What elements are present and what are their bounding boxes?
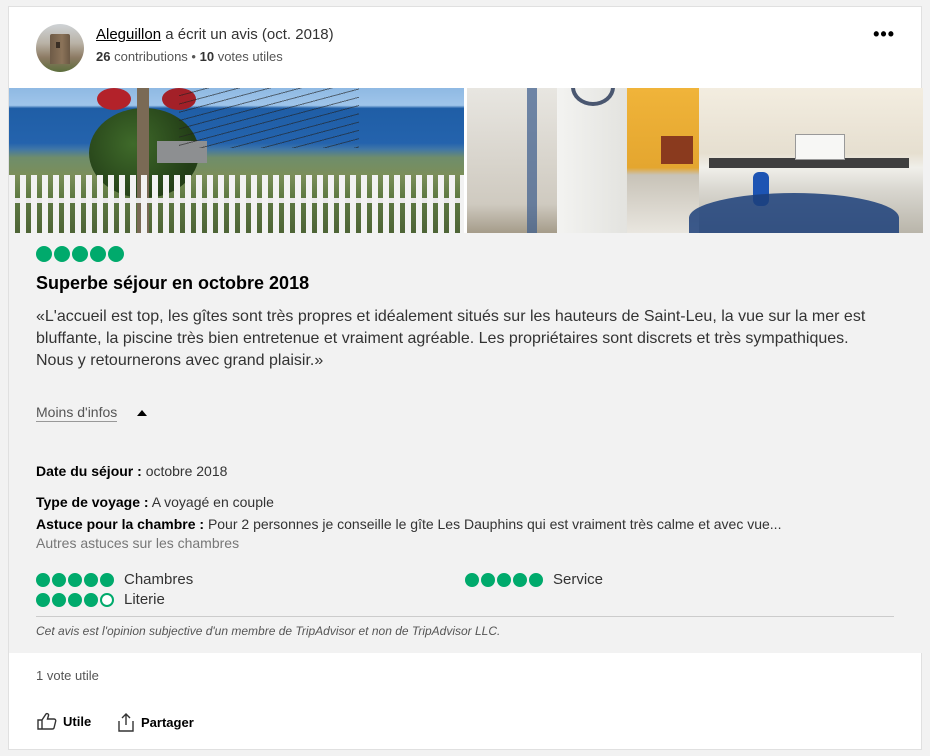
review-text-paragraph: «L'accueil est top, les gîtes sont très … (36, 308, 866, 347)
caret-up-icon[interactable] (137, 410, 147, 416)
divider (36, 616, 894, 617)
rating-bubble-icon (36, 573, 50, 587)
subrating-bedding: Literie (36, 591, 165, 608)
author-action-text: a écrit un avis (oct. 2018) (165, 26, 334, 43)
rating-bubble-icon (36, 593, 50, 607)
subrating-bubbles (36, 573, 114, 587)
rating-bubble-icon (84, 593, 98, 607)
rating-bubble-icon (84, 573, 98, 587)
helpful-votes-count: 1 vote utile (36, 668, 99, 683)
subrating-label: Chambres (124, 571, 194, 588)
share-icon (118, 713, 134, 732)
rating-bubble-icon (90, 246, 106, 262)
trip-type: Type de voyage : A voyagé en couple (36, 494, 274, 510)
rating-bubble-icon (465, 573, 479, 587)
room-tip: Astuce pour la chambre : Pour 2 personne… (36, 516, 781, 532)
rating-bubble-icon (52, 593, 66, 607)
rating-bubble-icon (100, 573, 114, 587)
subrating-bubbles (36, 593, 114, 607)
subrating-service: Service (465, 571, 603, 588)
rating-bubble-icon (36, 246, 52, 262)
stay-date: Date du séjour : octobre 2018 (36, 463, 227, 479)
subrating-bubbles (465, 573, 543, 587)
trip-type-label: Type de voyage : (36, 494, 149, 510)
review-card: Aleguillon a écrit un avis (oct. 2018) 2… (8, 6, 923, 750)
rating-bubble-icon (68, 593, 82, 607)
rating-bubble-icon (108, 246, 124, 262)
rating-bubble-icon (68, 573, 82, 587)
room-tip-value: Pour 2 personnes je conseille le gîte Le… (207, 516, 782, 532)
thumbs-up-icon (37, 712, 57, 730)
rating-bubble-empty-icon (100, 593, 114, 607)
more-room-tips-link[interactable]: Autres astuces sur les chambres (36, 535, 239, 551)
subrating-label: Literie (124, 591, 165, 608)
share-label: Partager (141, 714, 194, 730)
contributions-label: contributions • (114, 49, 196, 64)
rating-bubble-icon (52, 573, 66, 587)
votes-count: 10 (199, 49, 215, 64)
subrating-rooms: Chambres (36, 571, 193, 588)
stay-date-label: Date du séjour : (36, 463, 142, 479)
review-title: Superbe séjour en octobre 2018 (36, 273, 310, 293)
less-info-link[interactable]: Moins d'infos (36, 404, 118, 422)
room-tip-label: Astuce pour la chambre : (36, 516, 205, 532)
author-link[interactable]: Aleguillon (96, 26, 161, 43)
more-options-icon[interactable]: ••• (873, 25, 895, 43)
stay-date-value: octobre 2018 (145, 463, 228, 479)
review-photos (9, 88, 923, 233)
subrating-label: Service (553, 571, 604, 588)
trip-type-value: A voyagé en couple (151, 494, 274, 510)
author-line: Aleguillon a écrit un avis (oct. 2018) (96, 26, 334, 43)
rating-bubble-icon (481, 573, 495, 587)
helpful-button[interactable]: Utile (37, 712, 91, 730)
review-body: Superbe séjour en octobre 2018 «L'accuei… (9, 233, 923, 653)
rating-bubble-icon (529, 573, 543, 587)
photo-sea-view[interactable] (9, 88, 464, 233)
review-text-paragraph: Nous y retournerons avec grand plaisir.» (36, 352, 324, 369)
contributions-count: 26 (96, 49, 111, 64)
votes-label: votes utiles (217, 49, 283, 64)
avatar[interactable] (36, 24, 84, 72)
author-meta: 26 contributions • 10 votes utiles (96, 49, 283, 64)
rating-bubble-icon (54, 246, 70, 262)
rating-bubbles (36, 246, 124, 262)
rating-bubble-icon (72, 246, 88, 262)
helpful-label: Utile (63, 713, 92, 729)
disclaimer: Cet avis est l'opinion subjective d'un m… (36, 624, 501, 638)
share-button[interactable]: Partager (117, 712, 194, 732)
photo-interior[interactable] (467, 88, 923, 233)
rating-bubble-icon (497, 573, 511, 587)
review-text: «L'accueil est top, les gîtes sont très … (36, 306, 906, 372)
rating-bubble-icon (513, 573, 527, 587)
